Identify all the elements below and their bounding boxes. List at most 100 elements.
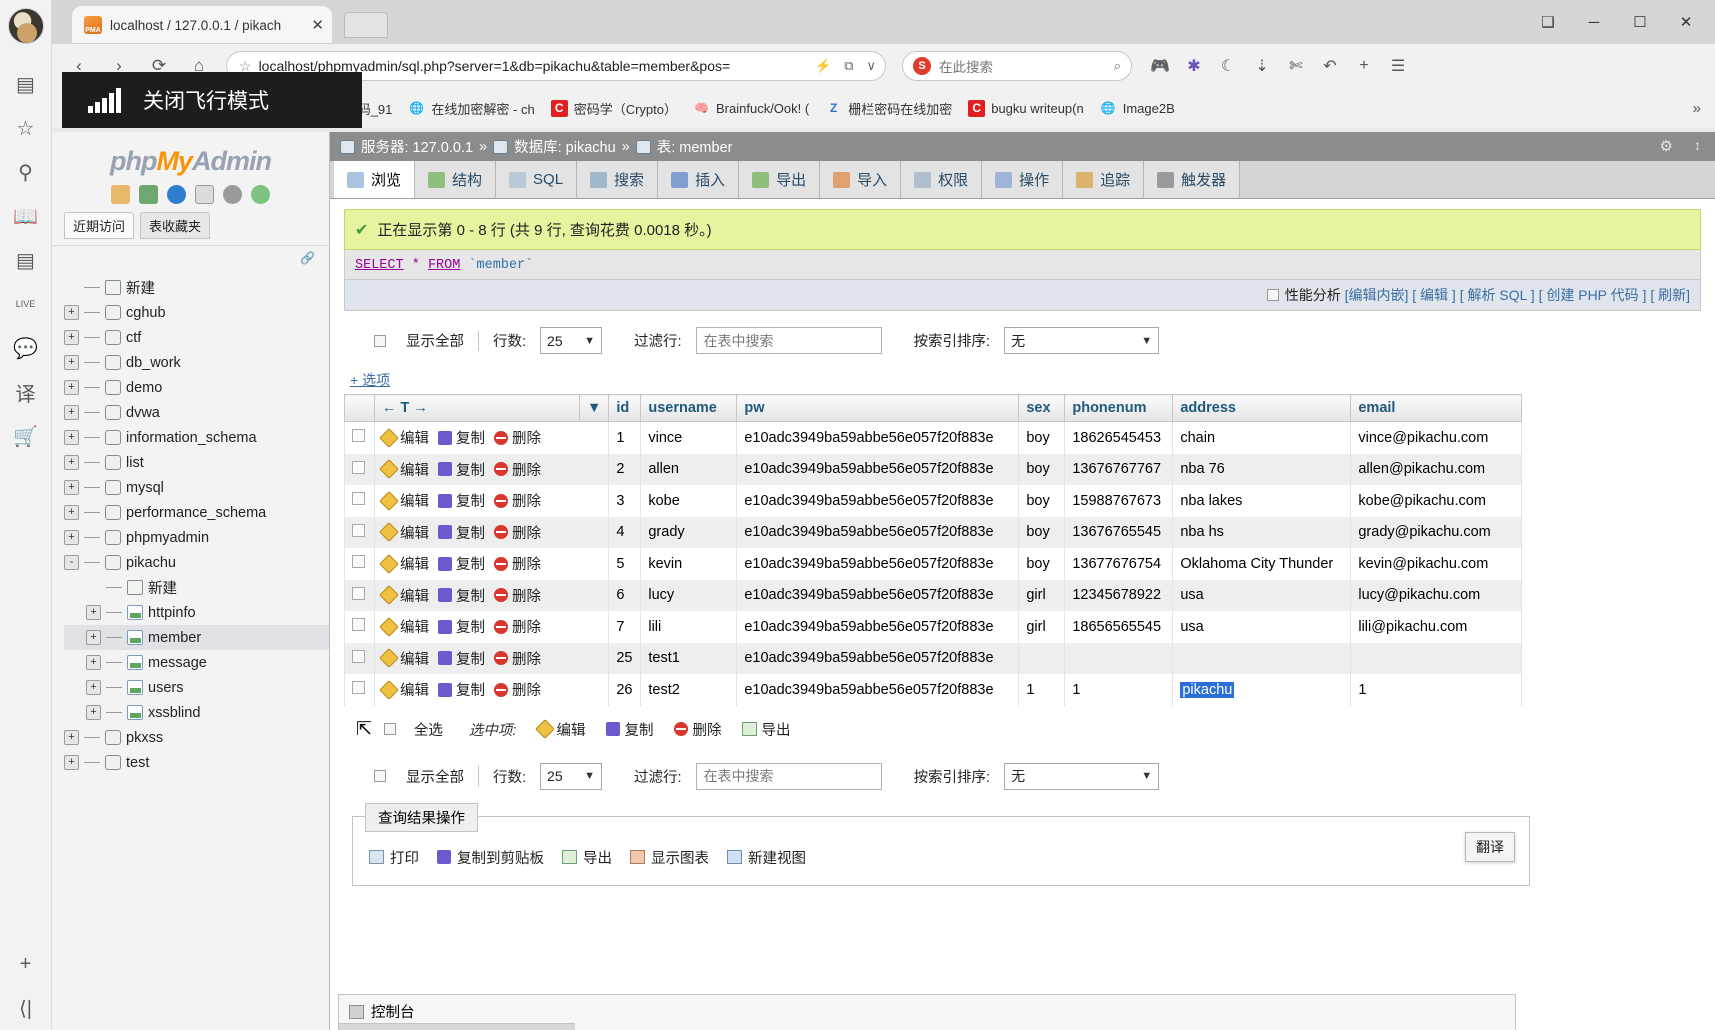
cell-id[interactable]: 6: [608, 579, 642, 611]
row-delete-button[interactable]: 删除: [494, 459, 541, 480]
explain-sql-link[interactable]: [ 解析 SQL ]: [1460, 287, 1535, 303]
rows-select-bottom[interactable]: 25 ▼: [540, 762, 603, 790]
bulk-edit-button[interactable]: 编辑: [535, 719, 585, 740]
row-copy-button[interactable]: 复制: [438, 616, 485, 637]
row-edit-button[interactable]: 编辑: [379, 679, 429, 700]
bulk-copy-button[interactable]: 复制: [606, 719, 653, 740]
sort-direction-header[interactable]: ← T →: [374, 394, 580, 422]
expand-icon[interactable]: +: [64, 730, 79, 745]
expand-icon[interactable]: +: [64, 480, 79, 495]
window-close-icon[interactable]: ✕: [1665, 8, 1707, 36]
column-header-address[interactable]: address: [1172, 394, 1352, 422]
cell-sex[interactable]: girl: [1018, 579, 1066, 611]
expand-icon[interactable]: +: [86, 605, 101, 620]
row-edit-button[interactable]: 编辑: [379, 459, 429, 480]
table-row[interactable]: 编辑 复制 删除 7 lili e10adc3949ba59abbe56e057f20f8…: [344, 611, 1522, 643]
video-icon[interactable]: ▤: [6, 238, 46, 282]
breadcrumb-database[interactable]: 数据库: pikachu: [514, 136, 616, 157]
cell-address[interactable]: usa: [1172, 579, 1352, 611]
column-header-username[interactable]: username: [640, 394, 738, 422]
gear-icon[interactable]: ⚙: [1660, 137, 1673, 155]
scissors-icon[interactable]: ✄: [1280, 51, 1312, 81]
bookmark-item[interactable]: 🌐 Image2B: [1100, 100, 1175, 117]
row-checkbox[interactable]: [352, 649, 365, 663]
tree-node-information_schema[interactable]: + information_schema: [64, 425, 329, 450]
live-icon[interactable]: LIVE: [6, 282, 46, 326]
row-copy-button[interactable]: 复制: [438, 648, 485, 669]
tree-node-label[interactable]: demo: [126, 380, 162, 396]
tree-node-db_work[interactable]: + db_work: [64, 350, 329, 375]
maximize-icon[interactable]: ☐: [1619, 8, 1661, 36]
tree-node-xssblind[interactable]: + xssblind: [64, 700, 329, 725]
bulk-delete-button[interactable]: 删除: [674, 719, 721, 740]
tab-导出[interactable]: 导出: [739, 161, 821, 198]
cell-phonenum[interactable]: 12345678922: [1064, 579, 1174, 611]
row-copy-button[interactable]: 复制: [438, 459, 485, 480]
create-view-button[interactable]: 新建视图: [727, 847, 806, 868]
rows-select[interactable]: 25 ▼: [540, 327, 603, 354]
table-row[interactable]: 编辑 复制 删除 3 kobe e10adc3949ba59abbe56e057f20f8…: [344, 485, 1522, 517]
minimize-icon[interactable]: ─: [1573, 8, 1615, 36]
expand-icon[interactable]: +: [64, 530, 79, 545]
tab-导入[interactable]: 导入: [820, 161, 902, 198]
row-copy-button[interactable]: 复制: [438, 679, 485, 700]
row-checkbox-cell[interactable]: [344, 579, 375, 611]
tree-node-label[interactable]: mysql: [126, 480, 164, 496]
console-resize-handle[interactable]: [339, 1023, 575, 1030]
cell-id[interactable]: 2: [608, 453, 642, 485]
row-checkbox[interactable]: [352, 618, 365, 632]
bookmark-item[interactable]: Z 栅栏密码在线加密: [825, 99, 952, 118]
cell-id[interactable]: 25: [608, 642, 642, 674]
lightning-icon[interactable]: ⚡: [812, 58, 834, 74]
row-checkbox[interactable]: [352, 429, 365, 443]
tab-结构[interactable]: 结构: [415, 161, 497, 198]
tree-node-pkxss[interactable]: + pkxss: [64, 725, 329, 750]
show-all-checkbox[interactable]: [374, 334, 386, 347]
cell-sex[interactable]: boy: [1018, 548, 1066, 580]
help-icon[interactable]: [167, 185, 186, 204]
cell-address[interactable]: Oklahoma City Thunder: [1172, 548, 1352, 580]
cell-username[interactable]: grady: [640, 516, 738, 548]
game-icon[interactable]: 🎮: [1144, 51, 1176, 81]
row-checkbox[interactable]: [352, 586, 365, 600]
cell-id[interactable]: 4: [608, 516, 642, 548]
search-bar[interactable]: S 在此搜索 ⌕: [902, 51, 1132, 81]
cell-sex[interactable]: boy: [1018, 453, 1066, 485]
cell-username[interactable]: lili: [640, 611, 738, 643]
cell-pw[interactable]: e10adc3949ba59abbe56e057f20f883e: [736, 674, 1020, 706]
menu-icon[interactable]: ☰: [1382, 51, 1414, 81]
collapse-icon[interactable]: ↕: [1694, 137, 1701, 153]
settings-icon[interactable]: [223, 185, 242, 204]
exit-icon[interactable]: [139, 185, 158, 204]
cell-id[interactable]: 1: [608, 421, 642, 454]
column-header-phonenum[interactable]: phonenum: [1064, 394, 1174, 422]
cell-email[interactable]: lili@pikachu.com: [1350, 611, 1522, 643]
cell-sex[interactable]: 1: [1018, 674, 1066, 706]
table-row[interactable]: 编辑 复制 删除 2 allen e10adc3949ba59abbe56e057f20f…: [344, 453, 1522, 485]
export-button[interactable]: 导出: [562, 847, 612, 868]
cell-pw[interactable]: e10adc3949ba59abbe56e057f20f883e: [736, 548, 1020, 580]
tree-node-label[interactable]: cghub: [126, 305, 166, 321]
tree-node-list[interactable]: + list: [64, 450, 329, 475]
user-avatar[interactable]: [7, 8, 44, 44]
library-icon[interactable]: 📖: [6, 194, 46, 238]
table-row[interactable]: 编辑 复制 删除 4 grady e10adc3949ba59abbe56e057f20f…: [344, 516, 1522, 548]
tree-node-demo[interactable]: + demo: [64, 375, 329, 400]
tree-node-dvwa[interactable]: + dvwa: [64, 400, 329, 425]
row-delete-button[interactable]: 删除: [494, 585, 541, 606]
row-delete-button[interactable]: 删除: [494, 553, 541, 574]
tree-node-httpinfo[interactable]: + httpinfo: [64, 600, 329, 625]
browser-tab[interactable]: PMA localhost / 127.0.0.1 / pikach ✕: [72, 6, 332, 44]
cell-id[interactable]: 3: [608, 485, 642, 517]
chain-icon[interactable]: 🔗: [300, 251, 315, 265]
chat-icon[interactable]: 💬: [6, 326, 46, 370]
tree-node-label[interactable]: pikachu: [126, 555, 176, 571]
expand-icon[interactable]: +: [86, 655, 101, 670]
row-delete-button[interactable]: 删除: [494, 679, 541, 700]
row-edit-button[interactable]: 编辑: [379, 427, 429, 448]
select-all-checkbox[interactable]: [383, 723, 396, 735]
cell-username[interactable]: lucy: [640, 579, 738, 611]
cell-pw[interactable]: e10adc3949ba59abbe56e057f20f883e: [736, 516, 1020, 548]
cell-address[interactable]: chain: [1172, 421, 1352, 454]
console-panel[interactable]: 控制台: [338, 994, 1516, 1030]
